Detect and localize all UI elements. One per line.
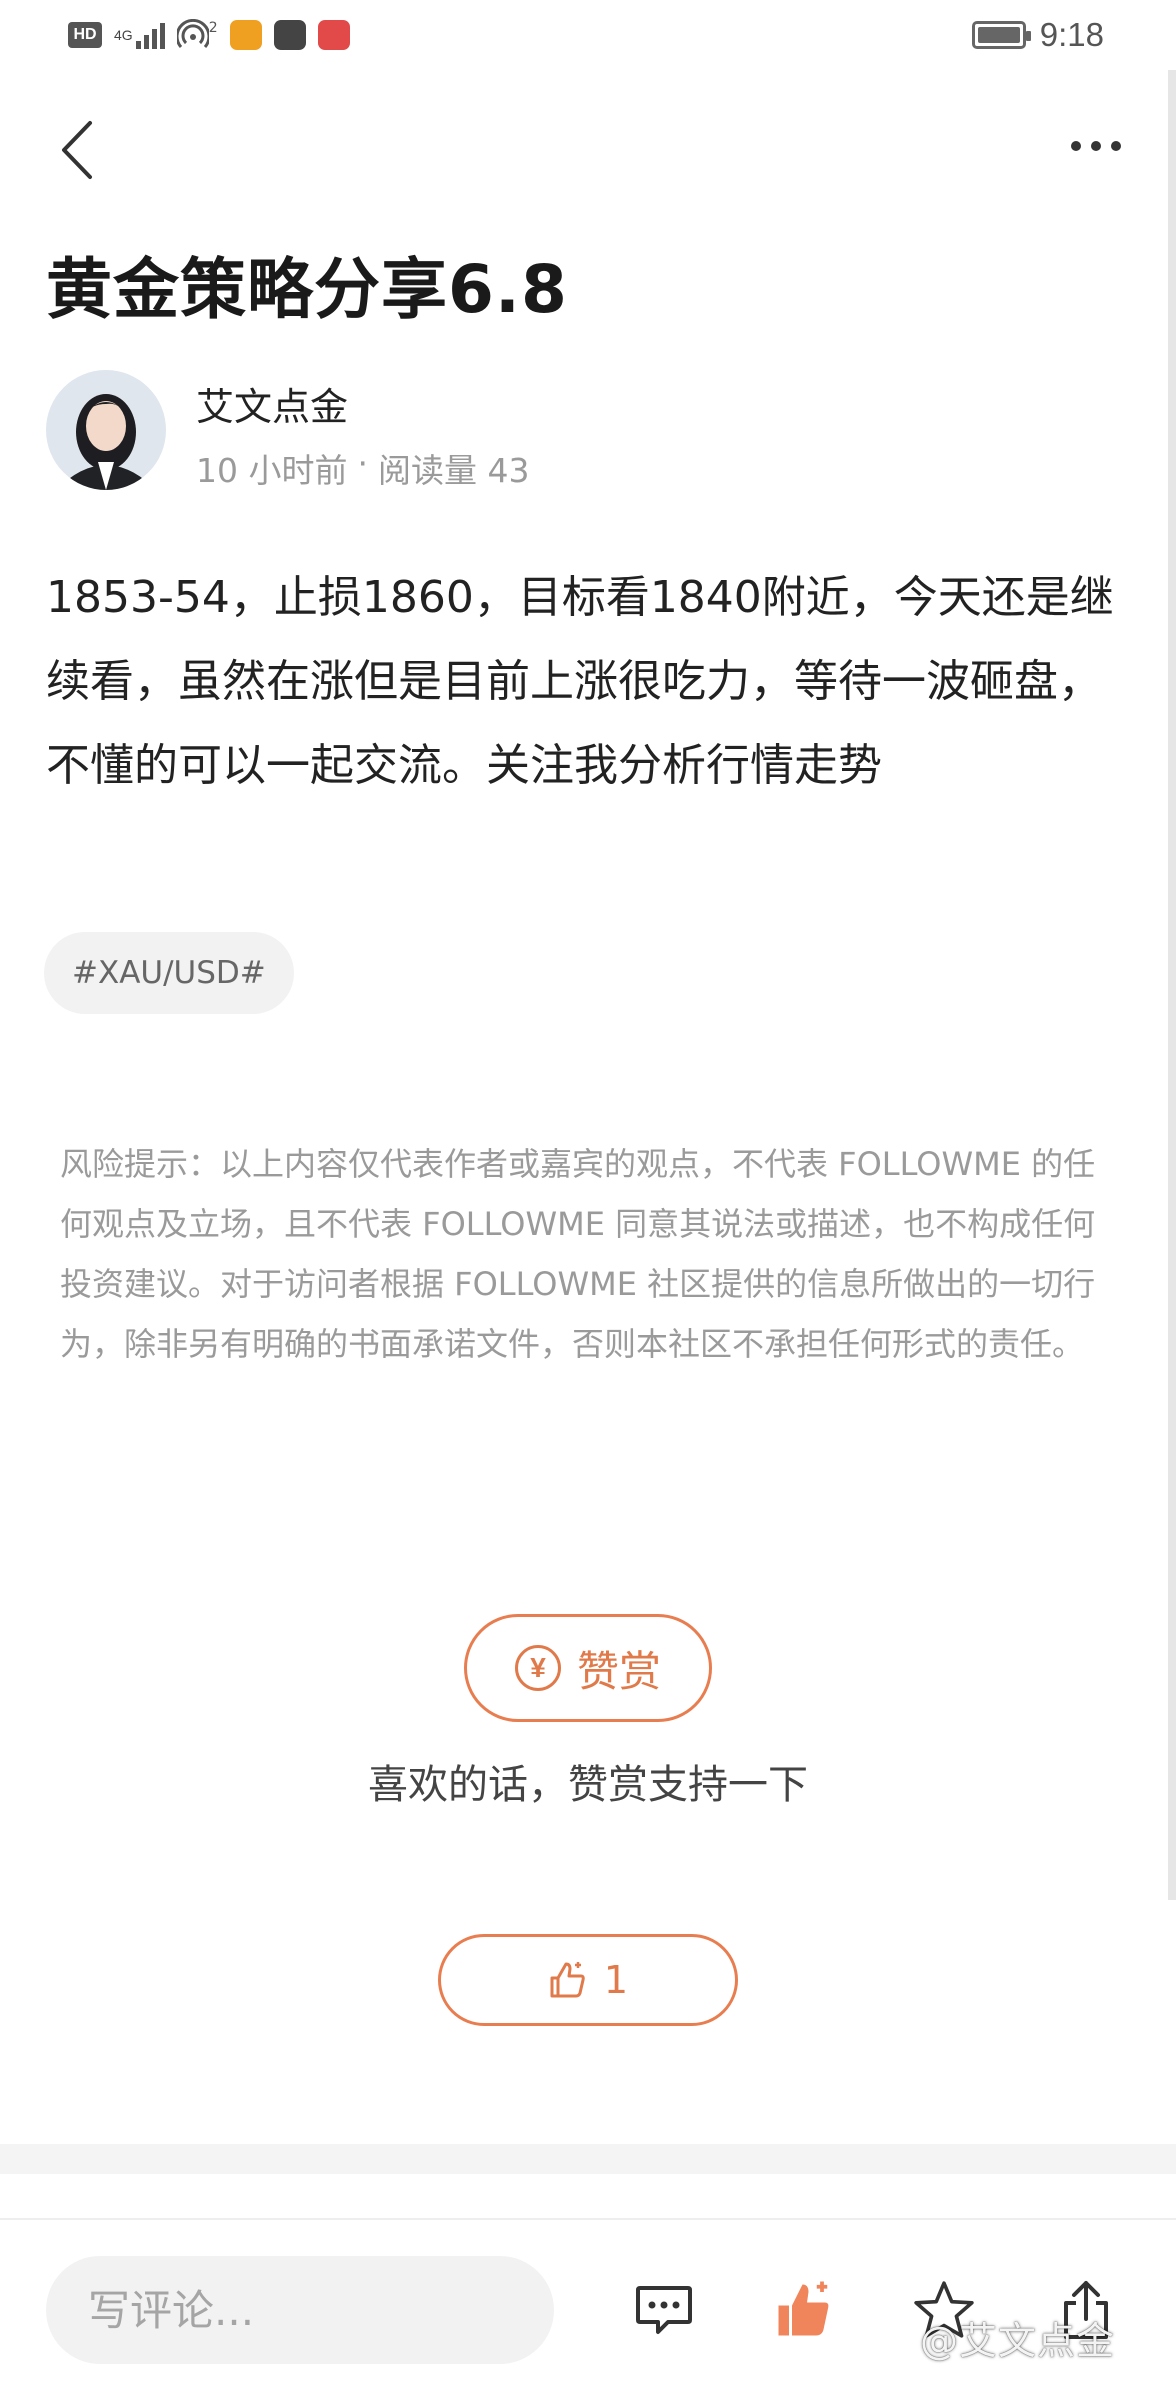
more-dot <box>1111 141 1121 151</box>
article-page: HD 4G 2 9:18 黄金策略分享6.8 艾文点金 10 小时前 · 阅读量… <box>0 0 1176 2400</box>
article-meta: 10 小时前 · 阅读量 43 <box>196 444 529 492</box>
risk-disclaimer: 风险提示：以上内容仅代表作者或嘉宾的观点，不代表 FOLLOWME 的任何观点及… <box>60 1145 1096 1363</box>
status-bar: HD 4G 2 9:18 <box>0 0 1176 72</box>
more-dot <box>1091 141 1101 151</box>
status-time: 9:18 <box>1039 16 1104 53</box>
author-avatar[interactable] <box>46 370 166 490</box>
bottom-bar-divider <box>0 2218 1176 2220</box>
battery-icon <box>971 21 1031 49</box>
wifi-hotspot-icon: 2 <box>176 18 218 52</box>
network-type-label: 4G <box>114 27 133 43</box>
comments-button[interactable] <box>624 2270 704 2350</box>
section-divider <box>0 2144 1176 2174</box>
post-time: 10 小时前 <box>196 451 348 490</box>
scrollbar[interactable] <box>1168 70 1176 1900</box>
app-notification-icon <box>229 20 262 50</box>
comment-input[interactable] <box>46 2256 554 2364</box>
wifi-count: 2 <box>208 20 218 36</box>
reward-button[interactable]: ¥ 赞赏 <box>464 1614 712 1722</box>
topic-tag[interactable]: #XAU/USD# <box>44 932 294 1014</box>
like-button[interactable]: 1 <box>438 1934 738 2026</box>
thumbs-up-filled-icon <box>778 2281 829 2336</box>
comment-icon <box>636 2286 692 2334</box>
store-notification-icon <box>273 20 306 50</box>
back-button[interactable] <box>46 110 106 190</box>
more-options-button[interactable] <box>1056 118 1136 174</box>
watermark: @艾文点金 <box>920 2319 1116 2363</box>
like-count: 1 <box>603 1958 629 2002</box>
more-dot <box>1071 141 1081 151</box>
author-name[interactable]: 艾文点金 <box>196 376 348 431</box>
reward-hint: 喜欢的话，赞赏支持一下 <box>368 1762 808 1808</box>
meta-separator: · <box>357 444 368 483</box>
chevron-left-icon <box>62 121 92 179</box>
reward-label: 赞赏 <box>576 1646 661 1696</box>
like-bottom-button[interactable] <box>764 2270 844 2350</box>
read-count: 阅读量 43 <box>377 451 530 490</box>
cellular-signal-icon: 4G <box>114 18 165 52</box>
hd-indicator: HD <box>68 22 102 48</box>
thumbs-up-icon <box>550 1962 585 1998</box>
article-content: 1853-54，止损1860，目标看1840附近，今天还是继续看，虽然在涨但是目… <box>46 572 1114 791</box>
article-title: 黄金策略分享6.8 <box>46 251 568 328</box>
reader-notification-icon <box>317 20 350 50</box>
coin-icon: ¥ <box>514 1645 561 1691</box>
